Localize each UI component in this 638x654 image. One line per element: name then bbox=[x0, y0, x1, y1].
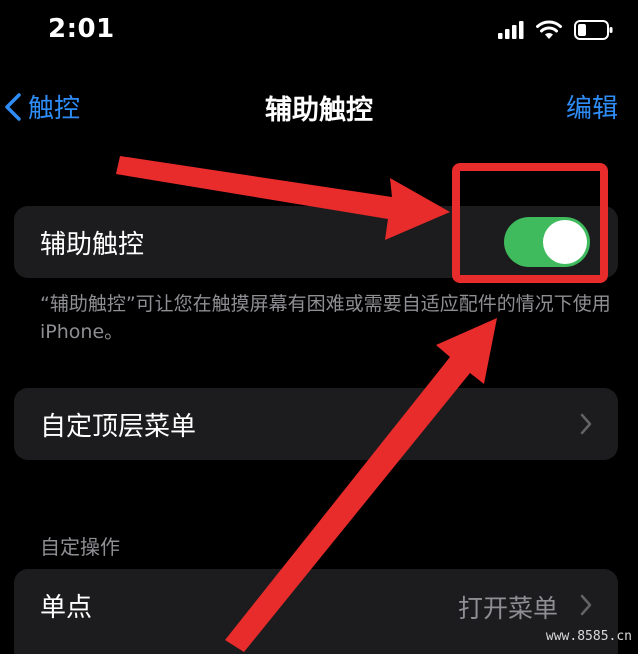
watermark: www.8585.cn bbox=[545, 629, 632, 644]
annotation-arrow-top bbox=[116, 156, 450, 240]
annotation-arrows bbox=[116, 156, 497, 652]
annotation-arrow-bottom bbox=[225, 318, 497, 652]
